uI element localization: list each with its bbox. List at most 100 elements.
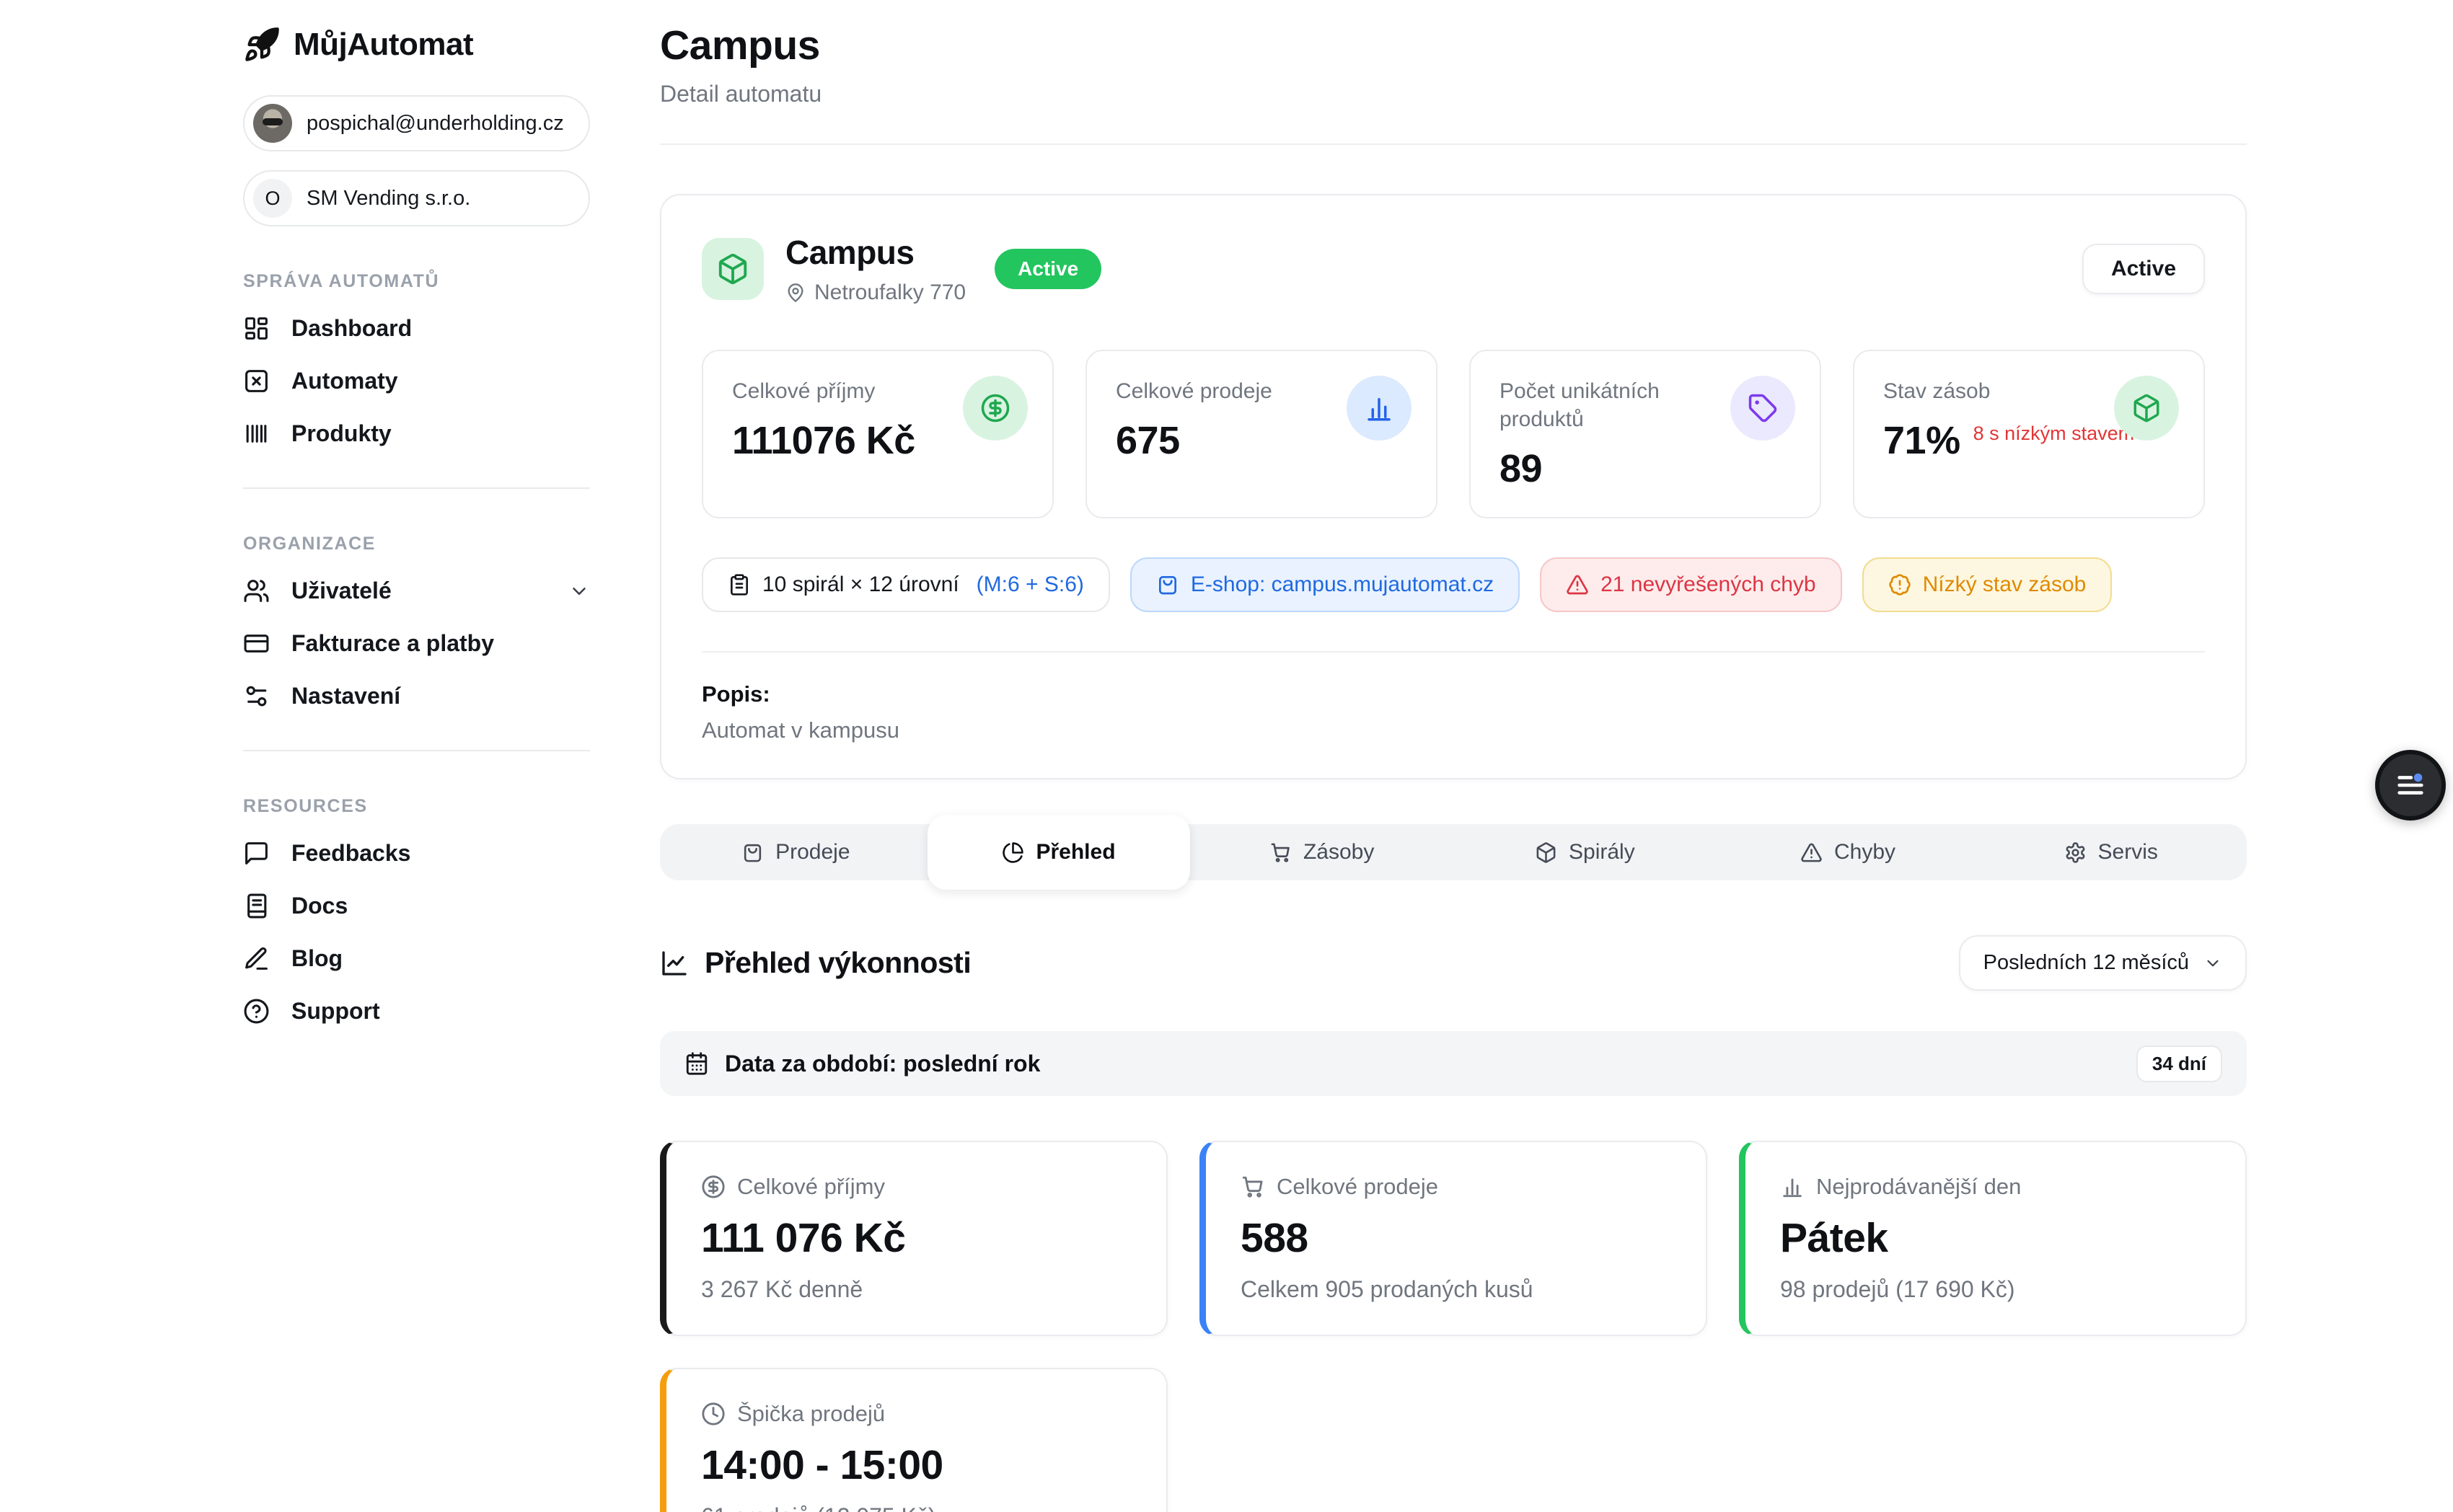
chevron-down-icon <box>568 580 590 602</box>
alert-badge-icon <box>1888 573 1911 596</box>
dollar-circle-icon <box>963 376 1028 441</box>
perf-card-value: 588 <box>1241 1214 1671 1262</box>
dashboard-icon <box>243 315 270 342</box>
stat-card-stock: Stav zásob 71% 8 s nízkým stavem <box>1853 350 2205 518</box>
date-range-select[interactable]: Posledních 12 měsíců <box>1959 935 2247 991</box>
machine-icon-box <box>702 238 764 300</box>
status-badge: Active <box>995 249 1101 289</box>
perf-card-peak-hours: Špička prodejů 14:00 - 15:00 61 prodejů … <box>660 1368 1168 1512</box>
tab-zasoby[interactable]: Zásoby <box>1190 824 1453 880</box>
docs-icon <box>243 893 270 919</box>
machine-title-block: Campus Netroufalky 770 <box>785 233 966 305</box>
sidebar-item-support[interactable]: Support <box>243 985 590 1038</box>
stat-card-revenue: Celkové příjmy 111076 Kč <box>702 350 1054 518</box>
eshop-link-chip[interactable]: E-shop: campus.mujautomat.cz <box>1130 557 1520 612</box>
tag-icon <box>1730 376 1795 441</box>
warning-triangle-icon <box>1800 841 1823 864</box>
org-name: SM Vending s.r.o. <box>307 187 470 211</box>
sidebar-item-label: Automaty <box>291 368 398 394</box>
sidebar-item-fakturace[interactable]: Fakturace a platby <box>243 617 590 670</box>
sidebar-item-produkty[interactable]: Produkty <box>243 407 590 460</box>
tab-label: Spirály <box>1569 840 1635 865</box>
tab-chyby[interactable]: Chyby <box>1717 824 1980 880</box>
perf-card-best-day: Nejprodávanější den Pátek 98 prodejů (17… <box>1739 1141 2247 1336</box>
perf-card-revenue: Celkové příjmy 111 076 Kč 3 267 Kč denně <box>660 1141 1168 1336</box>
performance-cards-grid: Celkové příjmy 111 076 Kč 3 267 Kč denně… <box>660 1141 2247 1512</box>
clock-icon <box>701 1402 726 1426</box>
sliders-icon <box>243 683 270 709</box>
pie-chart-icon <box>1002 841 1024 864</box>
main-content: Campus Detail automatu Campus Netroufalk… <box>660 0 2247 1512</box>
status-toggle-button[interactable]: Active <box>2082 244 2205 294</box>
sidebar-item-docs[interactable]: Docs <box>243 880 590 932</box>
warning-triangle-icon <box>1566 573 1589 596</box>
sidebar-item-feedbacks[interactable]: Feedbacks <box>243 827 590 880</box>
sidebar-divider <box>243 750 590 751</box>
stat-label: Celkové příjmy <box>732 377 963 405</box>
page-header: Campus Detail automatu <box>660 22 2247 145</box>
perf-card-sub: 98 prodejů (17 690 Kč) <box>1780 1276 2211 1303</box>
tab-label: Servis <box>2098 840 2158 865</box>
sidebar-section-organization: ORGANIZACE <box>243 534 590 554</box>
perf-card-label-row: Celkové prodeje <box>1241 1174 1671 1200</box>
user-email: pospichal@underholding.cz <box>307 112 564 136</box>
tab-label: Zásoby <box>1303 840 1374 865</box>
machine-tags-row: 10 spirál × 12 úrovní (M:6 + S:6) E-shop… <box>702 557 2205 612</box>
cart-icon <box>1269 841 1292 864</box>
sidebar-item-nastaveni[interactable]: Nastavení <box>243 670 590 722</box>
errors-chip: 21 nevyřešených chyb <box>1540 557 1842 612</box>
perf-card-label: Celkové prodeje <box>1277 1174 1438 1200</box>
app-layout: MůjAutomat pospichal@underholding.cz O S… <box>0 0 2453 1512</box>
sidebar-divider <box>243 487 590 489</box>
sidebar-section-machines: SPRÁVA AUTOMATŮ <box>243 271 590 292</box>
app-logo[interactable]: MůjAutomat <box>243 26 590 63</box>
tab-label: Chyby <box>1834 840 1895 865</box>
user-account-button[interactable]: pospichal@underholding.cz <box>243 95 590 151</box>
tab-prodeje[interactable]: Prodeje <box>664 824 928 880</box>
organization-switcher[interactable]: O SM Vending s.r.o. <box>243 170 590 226</box>
stat-label: Stav zásob <box>1883 377 2114 405</box>
sidebar-item-automaty[interactable]: Automaty <box>243 355 590 407</box>
vending-machine-icon <box>243 368 270 394</box>
sidebar-item-label: Support <box>291 998 380 1025</box>
tab-servis[interactable]: Servis <box>1979 824 2242 880</box>
cart-icon <box>1241 1175 1265 1199</box>
message-icon <box>243 840 270 867</box>
tab-prehled[interactable]: Přehled <box>928 815 1191 890</box>
spirals-config-chip: 10 spirál × 12 úrovní (M:6 + S:6) <box>702 557 1110 612</box>
sidebar-item-dashboard[interactable]: Dashboard <box>243 302 590 355</box>
stat-card-sales: Celkové prodeje 675 <box>1085 350 1437 518</box>
page-subtitle: Detail automatu <box>660 81 2247 107</box>
sidebar-item-blog[interactable]: Blog <box>243 932 590 985</box>
map-pin-icon <box>785 283 806 303</box>
nav-organization: Uživatelé Fakturace a platby Nastavení <box>243 565 590 722</box>
clipboard-icon <box>728 573 751 596</box>
perf-card-label-row: Špička prodejů <box>701 1401 1132 1427</box>
package-icon <box>1535 841 1557 864</box>
performance-header: Přehled výkonnosti Posledních 12 měsíců <box>660 935 2247 991</box>
tab-label: Prodeje <box>775 840 850 865</box>
machine-name: Campus <box>785 233 966 272</box>
description-text: Automat v kampusu <box>702 717 2205 743</box>
org-avatar: O <box>253 179 292 218</box>
pen-icon <box>243 945 270 972</box>
sidebar-item-label: Blog <box>291 945 343 972</box>
credit-card-icon <box>243 630 270 657</box>
stat-value: 89 <box>1499 446 1791 491</box>
tab-spiraly[interactable]: Spirály <box>1453 824 1717 880</box>
stat-card-products: Počet unikátních produktů 89 <box>1469 350 1821 518</box>
package-circle-icon <box>2114 376 2179 441</box>
floating-widget-button[interactable] <box>2375 750 2446 821</box>
perf-card-value: 14:00 - 15:00 <box>701 1441 1132 1489</box>
line-chart-icon <box>660 949 689 978</box>
period-label: Data za období: poslední rok <box>725 1051 1040 1077</box>
perf-card-value: 111 076 Kč <box>701 1214 1132 1262</box>
performance-title: Přehled výkonnosti <box>705 946 971 980</box>
performance-title-row: Přehled výkonnosti <box>660 946 971 980</box>
barcode-icon <box>243 420 270 447</box>
shop-bag-icon <box>1156 573 1179 596</box>
eshop-link-text: E-shop: campus.mujautomat.cz <box>1191 572 1494 597</box>
sidebar-item-label: Nastavení <box>291 683 400 709</box>
sidebar-item-label: Produkty <box>291 420 392 447</box>
sidebar-item-uzivatele[interactable]: Uživatelé <box>243 565 590 617</box>
